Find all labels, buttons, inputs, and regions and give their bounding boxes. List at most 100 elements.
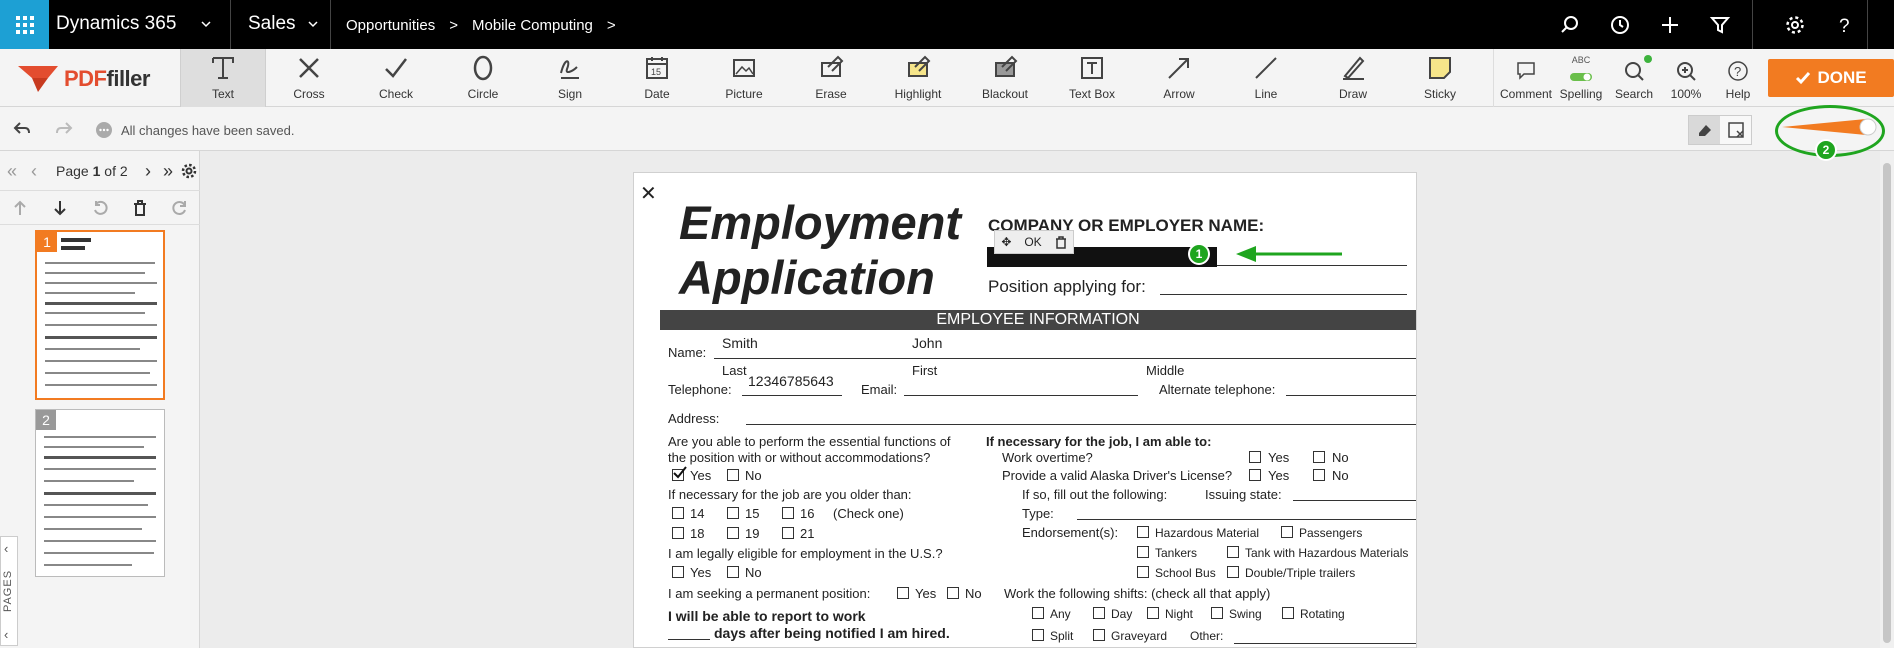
move-icon[interactable]: ✥ — [1001, 235, 1011, 249]
age-18-checkbox[interactable] — [672, 527, 684, 539]
tool-textbox[interactable]: Text Box — [1049, 49, 1135, 107]
age-16-checkbox[interactable] — [782, 507, 794, 519]
redo-icon[interactable] — [54, 119, 74, 139]
permanent-yes-checkbox[interactable] — [897, 587, 909, 599]
age-19-checkbox[interactable] — [727, 527, 739, 539]
app-name[interactable]: Dynamics 365 — [56, 13, 176, 35]
endorse-trailers-checkbox[interactable] — [1227, 566, 1239, 578]
help-icon[interactable]: ? — [1832, 13, 1856, 37]
first-name-field[interactable]: John — [912, 335, 942, 351]
thumbnail-number: 1 — [37, 232, 57, 252]
tool-circle[interactable]: Circle — [440, 49, 526, 107]
shift-day-checkbox[interactable] — [1093, 607, 1105, 619]
tool-highlight[interactable]: Highlight — [875, 49, 961, 107]
tool-zoom[interactable]: 100% — [1660, 49, 1712, 107]
endorse-passengers-checkbox[interactable] — [1281, 526, 1293, 538]
page-thumbnail-1[interactable]: 1 — [35, 230, 165, 400]
filter-icon[interactable] — [1708, 13, 1732, 37]
move-page-down-button[interactable] — [40, 191, 80, 225]
refresh-page-button[interactable] — [160, 191, 200, 225]
blackout-icon — [995, 55, 1018, 77]
gear-icon[interactable] — [1783, 13, 1807, 37]
page-thumbnail-2[interactable]: 2 — [35, 409, 165, 577]
pdf-document-page[interactable]: ✕ Employment Application COMPANY OR EMPL… — [633, 172, 1417, 648]
telephone-field[interactable]: 12346785643 — [748, 373, 834, 389]
tool-blackout[interactable]: Blackout — [962, 49, 1048, 107]
move-page-up-button[interactable] — [0, 191, 40, 225]
shift-graveyard-checkbox[interactable] — [1093, 629, 1105, 641]
overtime-yes-checkbox[interactable] — [1249, 451, 1261, 463]
eligible-no-checkbox[interactable] — [727, 566, 739, 578]
first-caption: First — [912, 363, 938, 378]
tool-sign[interactable]: Sign — [527, 49, 613, 107]
vertical-scrollbar[interactable] — [1880, 151, 1894, 648]
chevron-down-icon[interactable] — [307, 18, 319, 30]
search-icon[interactable] — [1558, 13, 1582, 37]
undo-icon[interactable] — [12, 119, 32, 139]
tool-search[interactable]: Search — [1608, 49, 1660, 107]
pages-side-tab[interactable]: ‹ PAGES ‹ — [0, 536, 18, 646]
age-21-checkbox[interactable] — [782, 527, 794, 539]
clear-area-button[interactable] — [1720, 116, 1751, 144]
tool-check[interactable]: Check — [353, 49, 439, 107]
essential-yes-checkbox[interactable] — [672, 466, 687, 481]
gear-icon[interactable] — [180, 162, 198, 180]
endorse-schoolbus-checkbox[interactable] — [1137, 566, 1149, 578]
name-label: Name: — [668, 345, 707, 360]
last-page-button[interactable]: » — [156, 151, 180, 191]
zoom-icon — [1677, 62, 1696, 81]
tool-arrow[interactable]: Arrow — [1136, 49, 1222, 107]
scrollbar-thumb[interactable] — [1883, 163, 1891, 643]
breadcrumb: Opportunities > Mobile Computing > — [346, 17, 616, 34]
rotate-page-button[interactable] — [80, 191, 120, 225]
toggle-slider[interactable] — [1780, 117, 1880, 137]
shift-any-checkbox[interactable] — [1032, 607, 1044, 619]
option-label: No — [745, 565, 762, 580]
plus-icon[interactable] — [1658, 13, 1682, 37]
area-selector[interactable]: Sales — [248, 13, 296, 35]
shift-night-checkbox[interactable] — [1147, 607, 1159, 619]
shift-split-checkbox[interactable] — [1032, 629, 1044, 641]
breadcrumb-opportunities[interactable]: Opportunities — [346, 17, 435, 34]
tool-date[interactable]: 15 Date — [614, 49, 700, 107]
endorse-tank-hazmat-checkbox[interactable] — [1227, 546, 1239, 558]
endorse-hazmat-checkbox[interactable] — [1137, 526, 1149, 538]
delete-page-button[interactable] — [120, 191, 160, 225]
eraser-mode-button[interactable] — [1689, 116, 1720, 144]
essential-no-checkbox[interactable] — [727, 469, 739, 481]
app-launcher-waffle-icon[interactable] — [0, 0, 49, 49]
tool-help[interactable]: ? Help — [1712, 49, 1764, 107]
breadcrumb-record[interactable]: Mobile Computing — [472, 17, 593, 34]
last-name-field[interactable]: Smith — [722, 335, 758, 351]
license-yes-checkbox[interactable] — [1249, 469, 1261, 481]
license-no-checkbox[interactable] — [1313, 469, 1325, 481]
tool-label: Picture — [725, 87, 763, 101]
arrow-down-icon — [54, 201, 66, 216]
recent-history-icon[interactable] — [1608, 13, 1632, 37]
age-14-checkbox[interactable] — [672, 507, 684, 519]
tool-text[interactable]: Text — [180, 49, 266, 107]
shift-swing-checkbox[interactable] — [1211, 607, 1223, 619]
shift-rotating-checkbox[interactable] — [1282, 607, 1294, 619]
tool-erase[interactable]: Erase — [788, 49, 874, 107]
done-button[interactable]: DONE — [1768, 59, 1894, 97]
endorse-tankers-checkbox[interactable] — [1137, 546, 1149, 558]
refresh-icon — [172, 201, 186, 215]
permanent-no-checkbox[interactable] — [947, 587, 959, 599]
ok-button[interactable]: OK — [1024, 235, 1041, 249]
tool-cross[interactable]: Cross — [266, 49, 352, 107]
first-page-button[interactable]: « — [0, 151, 24, 191]
tool-comment[interactable]: Comment — [1500, 49, 1552, 107]
tool-line[interactable]: Line — [1223, 49, 1309, 107]
overtime-no-checkbox[interactable] — [1313, 451, 1325, 463]
tool-spelling[interactable]: Spelling ABC — [1555, 49, 1607, 107]
trash-icon[interactable] — [1055, 235, 1067, 249]
eligible-yes-checkbox[interactable] — [672, 566, 684, 578]
chevron-down-icon[interactable] — [200, 18, 212, 30]
tool-sticky[interactable]: Sticky — [1397, 49, 1483, 107]
tool-picture[interactable]: Picture — [701, 49, 787, 107]
close-icon[interactable]: ✕ — [640, 181, 657, 206]
age-15-checkbox[interactable] — [727, 507, 739, 519]
tool-draw[interactable]: Draw — [1310, 49, 1396, 107]
prev-page-button[interactable]: ‹ — [22, 151, 46, 191]
